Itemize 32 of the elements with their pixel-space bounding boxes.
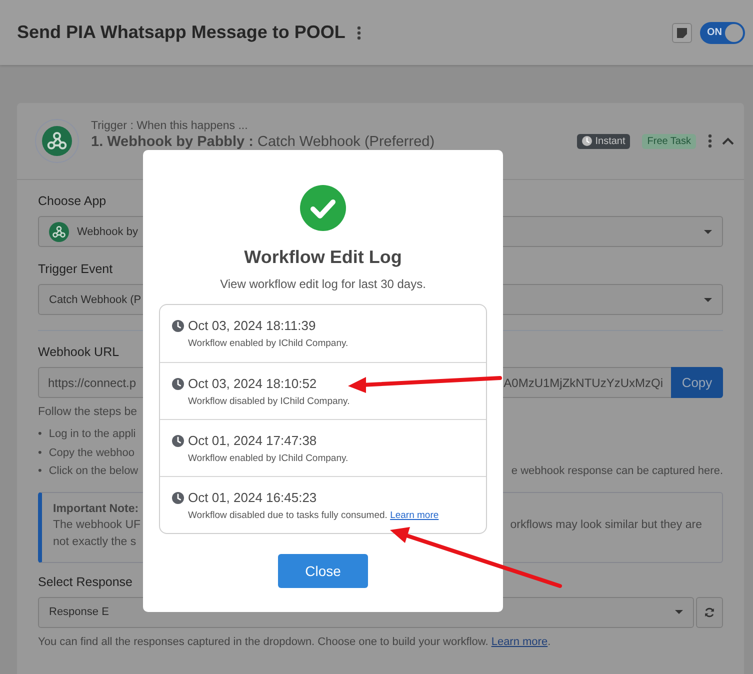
note-title: Important Note: (53, 502, 140, 514)
plan-badge: Free Task (642, 134, 696, 148)
log-description: Workflow disabled due to tasks fully consumed. Learn more (188, 510, 439, 521)
field-label: Webhook URL (38, 345, 120, 359)
instant-badge: Instant (577, 134, 630, 148)
modal-subtitle: View workflow edit log for last 30 days. (220, 277, 426, 291)
workflow-title: Send PIA Whatsapp Message to POOL (17, 22, 346, 43)
note-text: The webhook UF (53, 518, 141, 532)
instructions-text: Follow the steps be (38, 406, 138, 418)
step-title: 1. Webhook by Pabbly : Catch Webhook (Preferred) (91, 134, 435, 150)
log-time: Oct 01, 2024 17:47:38 (188, 433, 317, 448)
bullet: • (38, 428, 42, 442)
bullet: • (38, 446, 42, 460)
modal-title: Workflow Edit Log (244, 247, 402, 268)
note-text: not exactly the s (53, 536, 136, 550)
bullet: • (38, 465, 42, 479)
log-time: Oct 03, 2024 18:11:39 (188, 318, 316, 333)
step-text: Copy the webhoo (48, 446, 134, 460)
field-label: Trigger Event (38, 262, 114, 276)
note-text: orkflows may look similar but they are (510, 518, 702, 532)
step-text: Log in to the appli (48, 428, 136, 442)
log-description: Workflow enabled by IChild Company. (188, 453, 348, 464)
log-time: Oct 03, 2024 18:10:52 (188, 376, 317, 391)
log-description: Workflow enabled by IChild Company. (188, 338, 348, 349)
step-text: e webhook response can be captured here. (511, 465, 723, 479)
log-description: Workflow disabled by IChild Company. (188, 396, 350, 407)
step-text: Click on the below (48, 465, 138, 479)
trigger-caption: Trigger : When this happens ... (91, 120, 249, 132)
field-label: Choose App (38, 194, 108, 208)
field-label: Select Response (38, 574, 134, 588)
help-text: You can find all the responses captured in the dropdown. Choose one to build your workflow. Learn more. (38, 636, 551, 648)
log-time: Oct 01, 2024 16:45:23 (188, 490, 317, 505)
